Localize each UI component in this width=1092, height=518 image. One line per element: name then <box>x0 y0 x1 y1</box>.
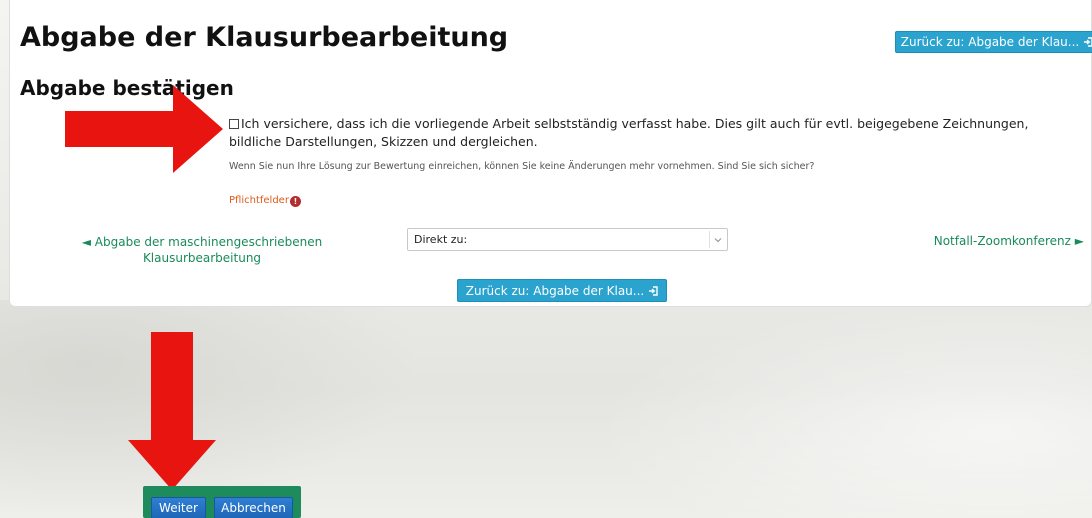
confirmation-checkbox[interactable] <box>229 119 239 129</box>
confirmation-text: Ich versichere, dass ich die vorliegende… <box>229 116 1029 149</box>
continue-button[interactable]: Weiter <box>151 497 206 518</box>
exclamation-circle-icon: ! <box>289 196 301 207</box>
previous-activity-link[interactable]: ◄ Abgabe der maschinengeschriebenen Klau… <box>76 234 328 266</box>
page-title: Abgabe der Klausurbearbeitung <box>20 22 509 53</box>
back-button-label: Zurück zu: Abgabe der Klau... <box>465 283 645 298</box>
back-button-label: Zurück zu: Abgabe der Klau... <box>900 35 1080 49</box>
confirmation-statement: Ich versichere, dass ich die vorliegende… <box>229 115 1084 151</box>
sign-in-icon <box>648 285 658 296</box>
red-arrow-right-icon <box>65 85 223 173</box>
jump-to-select[interactable]: Direkt zu: <box>407 228 728 251</box>
next-activity-link[interactable]: Notfall-Zoomkonferenz ► <box>934 234 1084 248</box>
cancel-button[interactable]: Abbrechen <box>214 497 293 518</box>
back-button-top[interactable]: Zurück zu: Abgabe der Klau... <box>895 31 1092 53</box>
submission-warning: Wenn Sie nun Ihre Lösung zur Bewertung e… <box>229 161 815 172</box>
back-button-bottom[interactable]: Zurück zu: Abgabe der Klau... <box>457 279 667 302</box>
required-fields-note: Pflichtfelder ! <box>229 193 301 207</box>
chevron-down-icon <box>709 231 725 248</box>
jump-to-select-value: Direkt zu: <box>414 233 468 246</box>
background-highlight <box>592 300 1092 518</box>
sign-in-icon <box>1083 37 1092 47</box>
required-fields-label: Pflichtfelder <box>229 194 289 206</box>
confirm-action-bar: Weiter Abbrechen <box>143 486 301 518</box>
red-arrow-down-icon <box>128 332 216 490</box>
